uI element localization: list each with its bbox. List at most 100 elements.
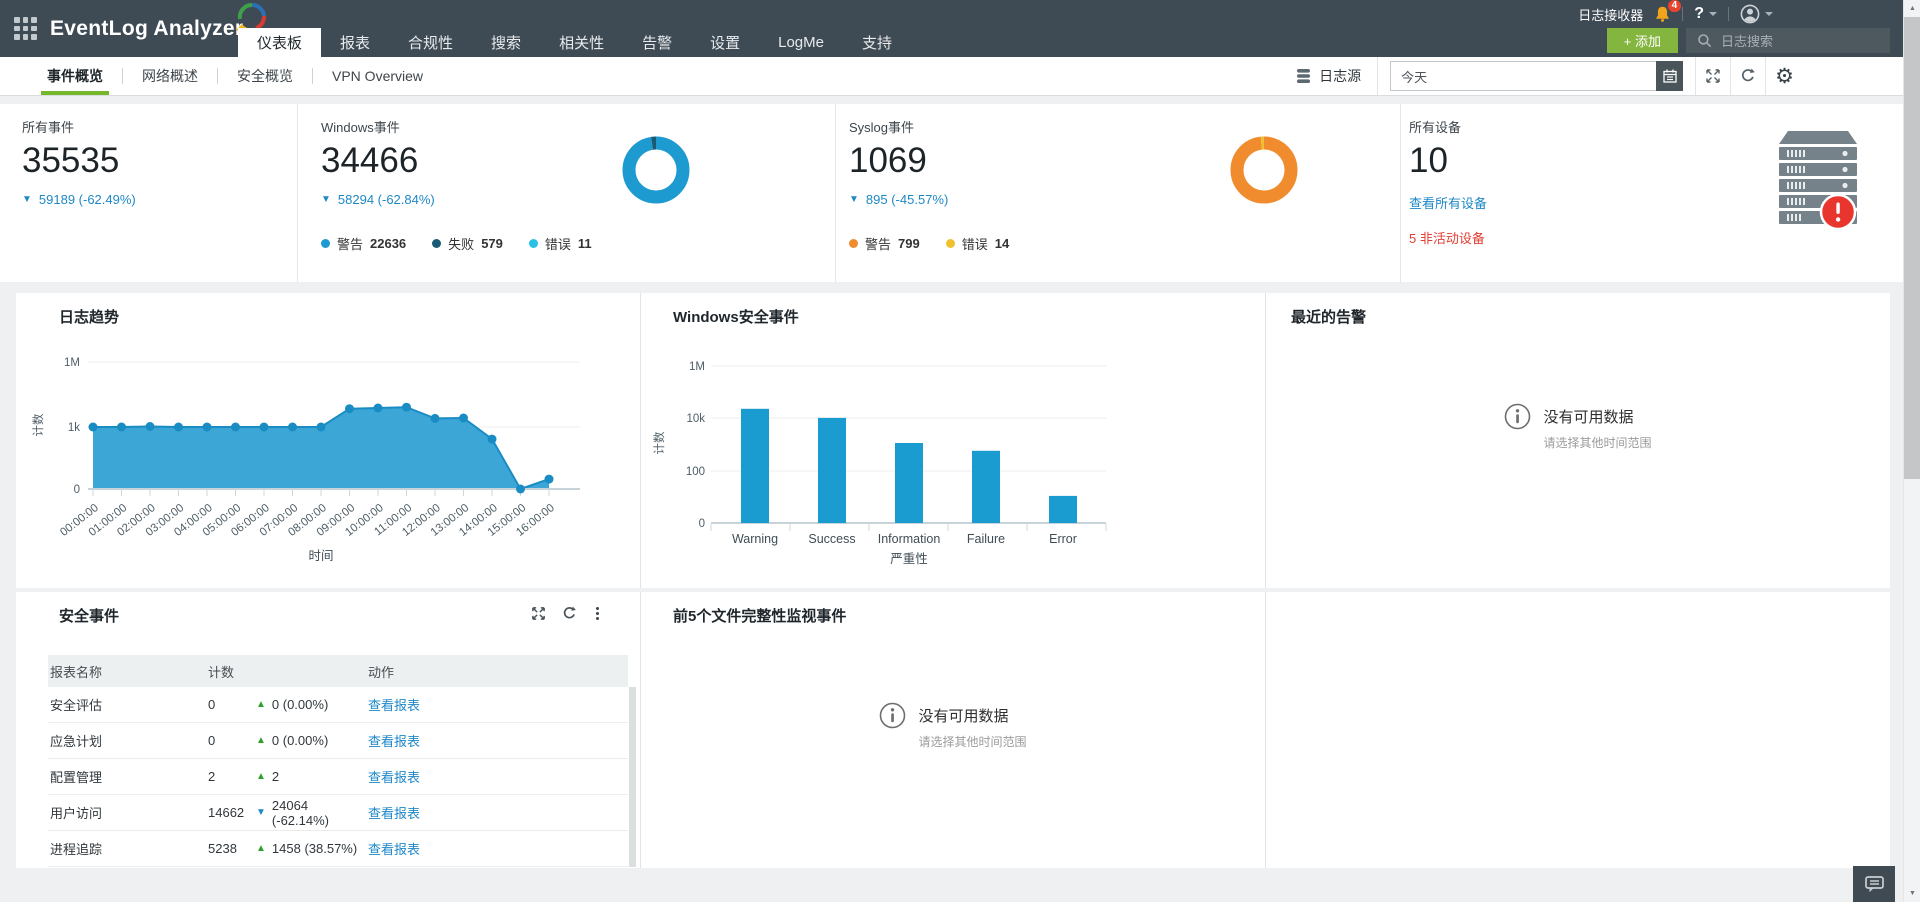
fim-events-panel: 前5个文件完整性监视事件 没有可用数据 请选择其他时间范围 [640, 592, 1265, 868]
report-change: ▲ 2 [256, 769, 280, 784]
stat-value: 35535 [22, 141, 120, 180]
legend-item: 警告 22636 [321, 234, 406, 253]
refresh-panel-icon[interactable] [562, 606, 577, 621]
dashboard-subnav: 事件概览 网络概述 安全概览 VPN Overview 日志源 今天 ⚙ [0, 57, 1903, 96]
date-range-picker[interactable]: 今天 [1390, 61, 1684, 91]
svg-text:时间: 时间 [308, 549, 333, 563]
main-tabs: 仪表板 报表 合规性 搜索 相关性 告警 设置 LogMe 支持 [238, 0, 911, 57]
calendar-button[interactable] [1656, 61, 1684, 91]
tab-报表[interactable]: 报表 [321, 28, 389, 57]
table-scrollbar[interactable] [629, 687, 636, 867]
trend-down-icon: ▼ [849, 193, 859, 205]
expand-dashboard-icon[interactable] [1696, 57, 1730, 95]
avatar-icon [1740, 4, 1760, 24]
notification-badge: 4 [1667, 0, 1682, 12]
view-all-devices-link[interactable]: 查看所有设备 [1409, 193, 1487, 212]
legend-dot-icon [321, 239, 330, 248]
view-report-link[interactable]: 查看报表 [368, 770, 420, 785]
tab-搜索[interactable]: 搜索 [472, 28, 540, 57]
svg-text:Information: Information [878, 532, 941, 546]
vertical-scrollbar[interactable]: ▲ ▼ [1903, 0, 1920, 902]
security-events-panel: 安全事件 报表名称 计数 动作 安全评估 0 ▲ 0 (0.00%) 查看报表 … [16, 592, 640, 868]
calendar-icon [1663, 69, 1677, 83]
security-events-table: 报表名称 计数 动作 安全评估 0 ▲ 0 (0.00%) 查看报表 应急计划 0 ▲ 0 (0… [48, 655, 636, 867]
log-source-selector[interactable]: 日志源 [1280, 66, 1377, 86]
subtab-安全概览[interactable]: 安全概览 [231, 57, 299, 95]
tab-相关性[interactable]: 相关性 [540, 28, 623, 57]
svg-text:0: 0 [74, 484, 80, 496]
svg-text:Error: Error [1049, 532, 1077, 546]
summary-stats-band: 所有事件 35535 ▼ 59189 (-62.49%) Windows事件 3… [0, 104, 1903, 282]
scrollbar-thumb[interactable] [1904, 17, 1920, 479]
windows-severity-legend: 警告 22636 失败 579 错误 11 [321, 234, 592, 253]
tab-合规性[interactable]: 合规性 [389, 28, 472, 57]
svg-text:Success: Success [808, 532, 855, 546]
log-search-box[interactable]: 日志搜索 [1686, 28, 1890, 53]
report-count: 2 [208, 769, 216, 784]
stat-label: Syslog事件 [849, 120, 915, 135]
stat-value: 1069 [849, 141, 927, 180]
notification-bell-icon[interactable]: 4 [1654, 0, 1682, 23]
windows-security-bar-chart: 0 100 10k 1M 计数 Warning Success Information Fail… [652, 361, 1107, 566]
subtab-事件概览[interactable]: 事件概览 [41, 57, 109, 95]
windows-security-panel: Windows安全事件 0 100 10k 1M 计数 Warning Success Inf… [640, 293, 1265, 588]
legend-item: 错误 14 [945, 234, 1009, 253]
scroll-up-arrow[interactable]: ▲ [1904, 0, 1920, 17]
svg-text:1M: 1M [689, 361, 705, 373]
stat-windows-events: Windows事件 34466 ▼ 58294 (-62.84%) 警告 2263… [297, 104, 835, 282]
trend-up-icon: ▲ [256, 734, 266, 746]
tab-支持[interactable]: 支持 [843, 28, 911, 57]
log-receiver-link[interactable]: 日志接收器 [1578, 5, 1643, 24]
bottom-band: 安全事件 报表名称 计数 动作 安全评估 0 ▲ 0 (0.00%) 查看报表 … [16, 592, 1890, 868]
tab-LogMe[interactable]: LogMe [759, 28, 843, 57]
trend-down-icon: ▼ [256, 806, 266, 818]
stat-all-events: 所有事件 35535 ▼ 59189 (-62.49%) [0, 104, 297, 282]
report-count: 14662 [208, 805, 245, 820]
more-options-kebab-icon[interactable] [593, 607, 602, 620]
view-report-link[interactable]: 查看报表 [368, 734, 420, 749]
add-button[interactable]: + 添加 [1606, 28, 1678, 53]
svg-text:Warning: Warning [732, 532, 778, 546]
view-report-link[interactable]: 查看报表 [368, 806, 420, 821]
legend-item: 错误 11 [528, 234, 592, 253]
app-launcher-icon[interactable] [14, 17, 37, 40]
tab-设置[interactable]: 设置 [691, 28, 759, 57]
table-row: 配置管理 2 ▲ 2 查看报表 [48, 759, 628, 795]
view-report-link[interactable]: 查看报表 [368, 698, 420, 713]
legend-dot-icon [945, 239, 955, 248]
report-name: 配置管理 [50, 770, 103, 785]
report-change: ▼ 24064 (-62.14%) [256, 797, 329, 828]
user-menu[interactable] [1740, 4, 1773, 24]
trend-up-icon: ▲ [256, 842, 266, 854]
expand-panel-icon[interactable] [531, 606, 546, 621]
info-icon [1505, 403, 1531, 430]
legend-dot-icon [528, 239, 538, 248]
syslog-severity-donut [1230, 136, 1298, 204]
dashboard-settings-gear-icon[interactable]: ⚙ [1766, 57, 1803, 95]
svg-text:计数: 计数 [652, 431, 666, 454]
table-row: 进程追踪 5238 ▲ 1458 (38.57%) 查看报表 [48, 831, 628, 867]
report-change: ▲ 0 (0.00%) [256, 733, 329, 748]
chevron-down-icon [1765, 12, 1773, 16]
chat-feedback-button[interactable] [1853, 866, 1895, 902]
chat-bubble-icon [1864, 875, 1884, 892]
trend-down-icon: ▼ [321, 193, 331, 205]
panel-title: 前5个文件完整性监视事件 [673, 608, 847, 625]
report-change: ▲ 0 (0.00%) [256, 697, 329, 712]
server-rack-icon [1779, 131, 1857, 236]
scroll-down-arrow[interactable]: ▼ [1904, 885, 1920, 902]
help-menu[interactable]: ? [1694, 5, 1717, 23]
subtab-VPN Overview[interactable]: VPN Overview [326, 57, 429, 95]
legend-item: 失败 579 [432, 234, 503, 253]
subnav-toolbar: 日志源 今天 ⚙ [1280, 57, 1803, 95]
refresh-icon[interactable] [1731, 57, 1765, 95]
tab-告警[interactable]: 告警 [623, 28, 691, 57]
info-icon [880, 702, 906, 729]
table-row: 用户访问 14662 ▼ 24064 (-62.14%) 查看报表 [48, 795, 628, 831]
topnav-action-row: + 添加 日志搜索 [1606, 28, 1890, 53]
view-report-link[interactable]: 查看报表 [368, 842, 420, 857]
tab-仪表板[interactable]: 仪表板 [238, 28, 322, 57]
report-name: 应急计划 [50, 734, 103, 749]
subtab-网络概述[interactable]: 网络概述 [136, 57, 204, 95]
separator [1682, 7, 1684, 21]
